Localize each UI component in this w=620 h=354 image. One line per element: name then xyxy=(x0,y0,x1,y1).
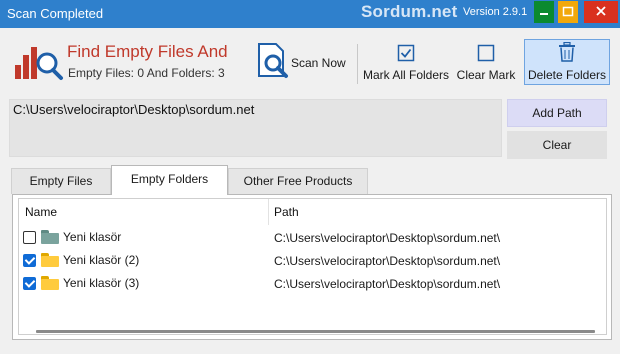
clear-mark-label: Clear Mark xyxy=(456,68,516,82)
watermark-logo: Sordum.net xyxy=(361,2,458,21)
scan-summary: Empty Files: 0 And Folders: 3 xyxy=(68,66,225,80)
tab-panel: Name Path Yeni klasör C:\Users\velocirap… xyxy=(12,194,612,340)
row-path: C:\Users\velociraptor\Desktop\sordum.net… xyxy=(274,277,501,291)
row-name: Yeni klasör (3) xyxy=(63,276,140,290)
clear-mark-button[interactable]: Clear Mark xyxy=(454,42,518,84)
close-button[interactable] xyxy=(584,1,618,23)
table-row[interactable]: Yeni klasör C:\Users\velociraptor\Deskto… xyxy=(19,227,606,249)
scan-now-label: Scan Now xyxy=(291,56,346,70)
minimize-button[interactable] xyxy=(534,1,554,23)
row-name: Yeni klasör (2) xyxy=(63,253,140,267)
maximize-button[interactable] xyxy=(558,1,578,23)
results-list[interactable]: Name Path Yeni klasör C:\Users\velocirap… xyxy=(18,198,607,335)
folder-yellow-icon xyxy=(41,276,59,290)
horizontal-scrollbar[interactable] xyxy=(36,330,595,333)
mark-all-label: Mark All Folders xyxy=(362,68,450,82)
scan-path-entry[interactable]: C:\Users\velociraptor\Desktop\sordum.net xyxy=(13,102,254,117)
row-path: C:\Users\velociraptor\Desktop\sordum.net… xyxy=(274,254,501,268)
row-checkbox[interactable] xyxy=(23,254,36,267)
mark-all-folders-button[interactable]: Mark All Folders xyxy=(360,42,452,84)
app-title: Find Empty Files And xyxy=(67,42,228,61)
maximize-icon xyxy=(562,6,574,17)
tab-empty-files[interactable]: Empty Files xyxy=(11,168,111,194)
delete-folders-button[interactable]: Delete Folders xyxy=(524,39,610,85)
delete-folders-label: Delete Folders xyxy=(527,68,607,82)
row-checkbox[interactable] xyxy=(23,277,36,290)
scan-path-list[interactable]: C:\Users\velociraptor\Desktop\sordum.net xyxy=(9,99,502,157)
column-header-name[interactable]: Name xyxy=(25,199,57,225)
version-label: Version 2.9.1 xyxy=(463,6,528,18)
close-icon xyxy=(596,6,606,16)
title-bar[interactable]: Scan Completed Sordum.net Version 2.9.1 xyxy=(0,0,620,28)
scan-now-button[interactable]: Scan Now xyxy=(252,42,350,82)
column-header-path[interactable]: Path xyxy=(274,199,299,225)
toolbar-divider xyxy=(357,44,358,84)
window-title: Scan Completed xyxy=(7,6,104,21)
document-search-icon xyxy=(258,43,288,78)
table-row[interactable]: Yeni klasör (3) C:\Users\velociraptor\De… xyxy=(19,273,606,295)
tab-empty-folders[interactable]: Empty Folders xyxy=(111,165,228,195)
table-row[interactable]: Yeni klasör (2) C:\Users\velociraptor\De… xyxy=(19,250,606,272)
folder-gray-icon xyxy=(41,230,59,244)
row-checkbox[interactable] xyxy=(23,231,36,244)
checkbox-empty-icon xyxy=(477,44,495,62)
add-path-button[interactable]: Add Path xyxy=(507,99,607,127)
tab-other-free-products[interactable]: Other Free Products xyxy=(228,168,368,194)
folder-yellow-icon xyxy=(41,253,59,267)
checkbox-checked-icon xyxy=(397,44,415,62)
clear-path-button[interactable]: Clear xyxy=(507,131,607,159)
bar-chart-magnifier-icon xyxy=(15,47,63,80)
column-divider[interactable] xyxy=(268,199,269,225)
row-path: C:\Users\velociraptor\Desktop\sordum.net… xyxy=(274,231,501,245)
row-name: Yeni klasör xyxy=(63,230,122,244)
minimize-icon xyxy=(540,13,548,15)
trash-icon xyxy=(559,42,575,62)
